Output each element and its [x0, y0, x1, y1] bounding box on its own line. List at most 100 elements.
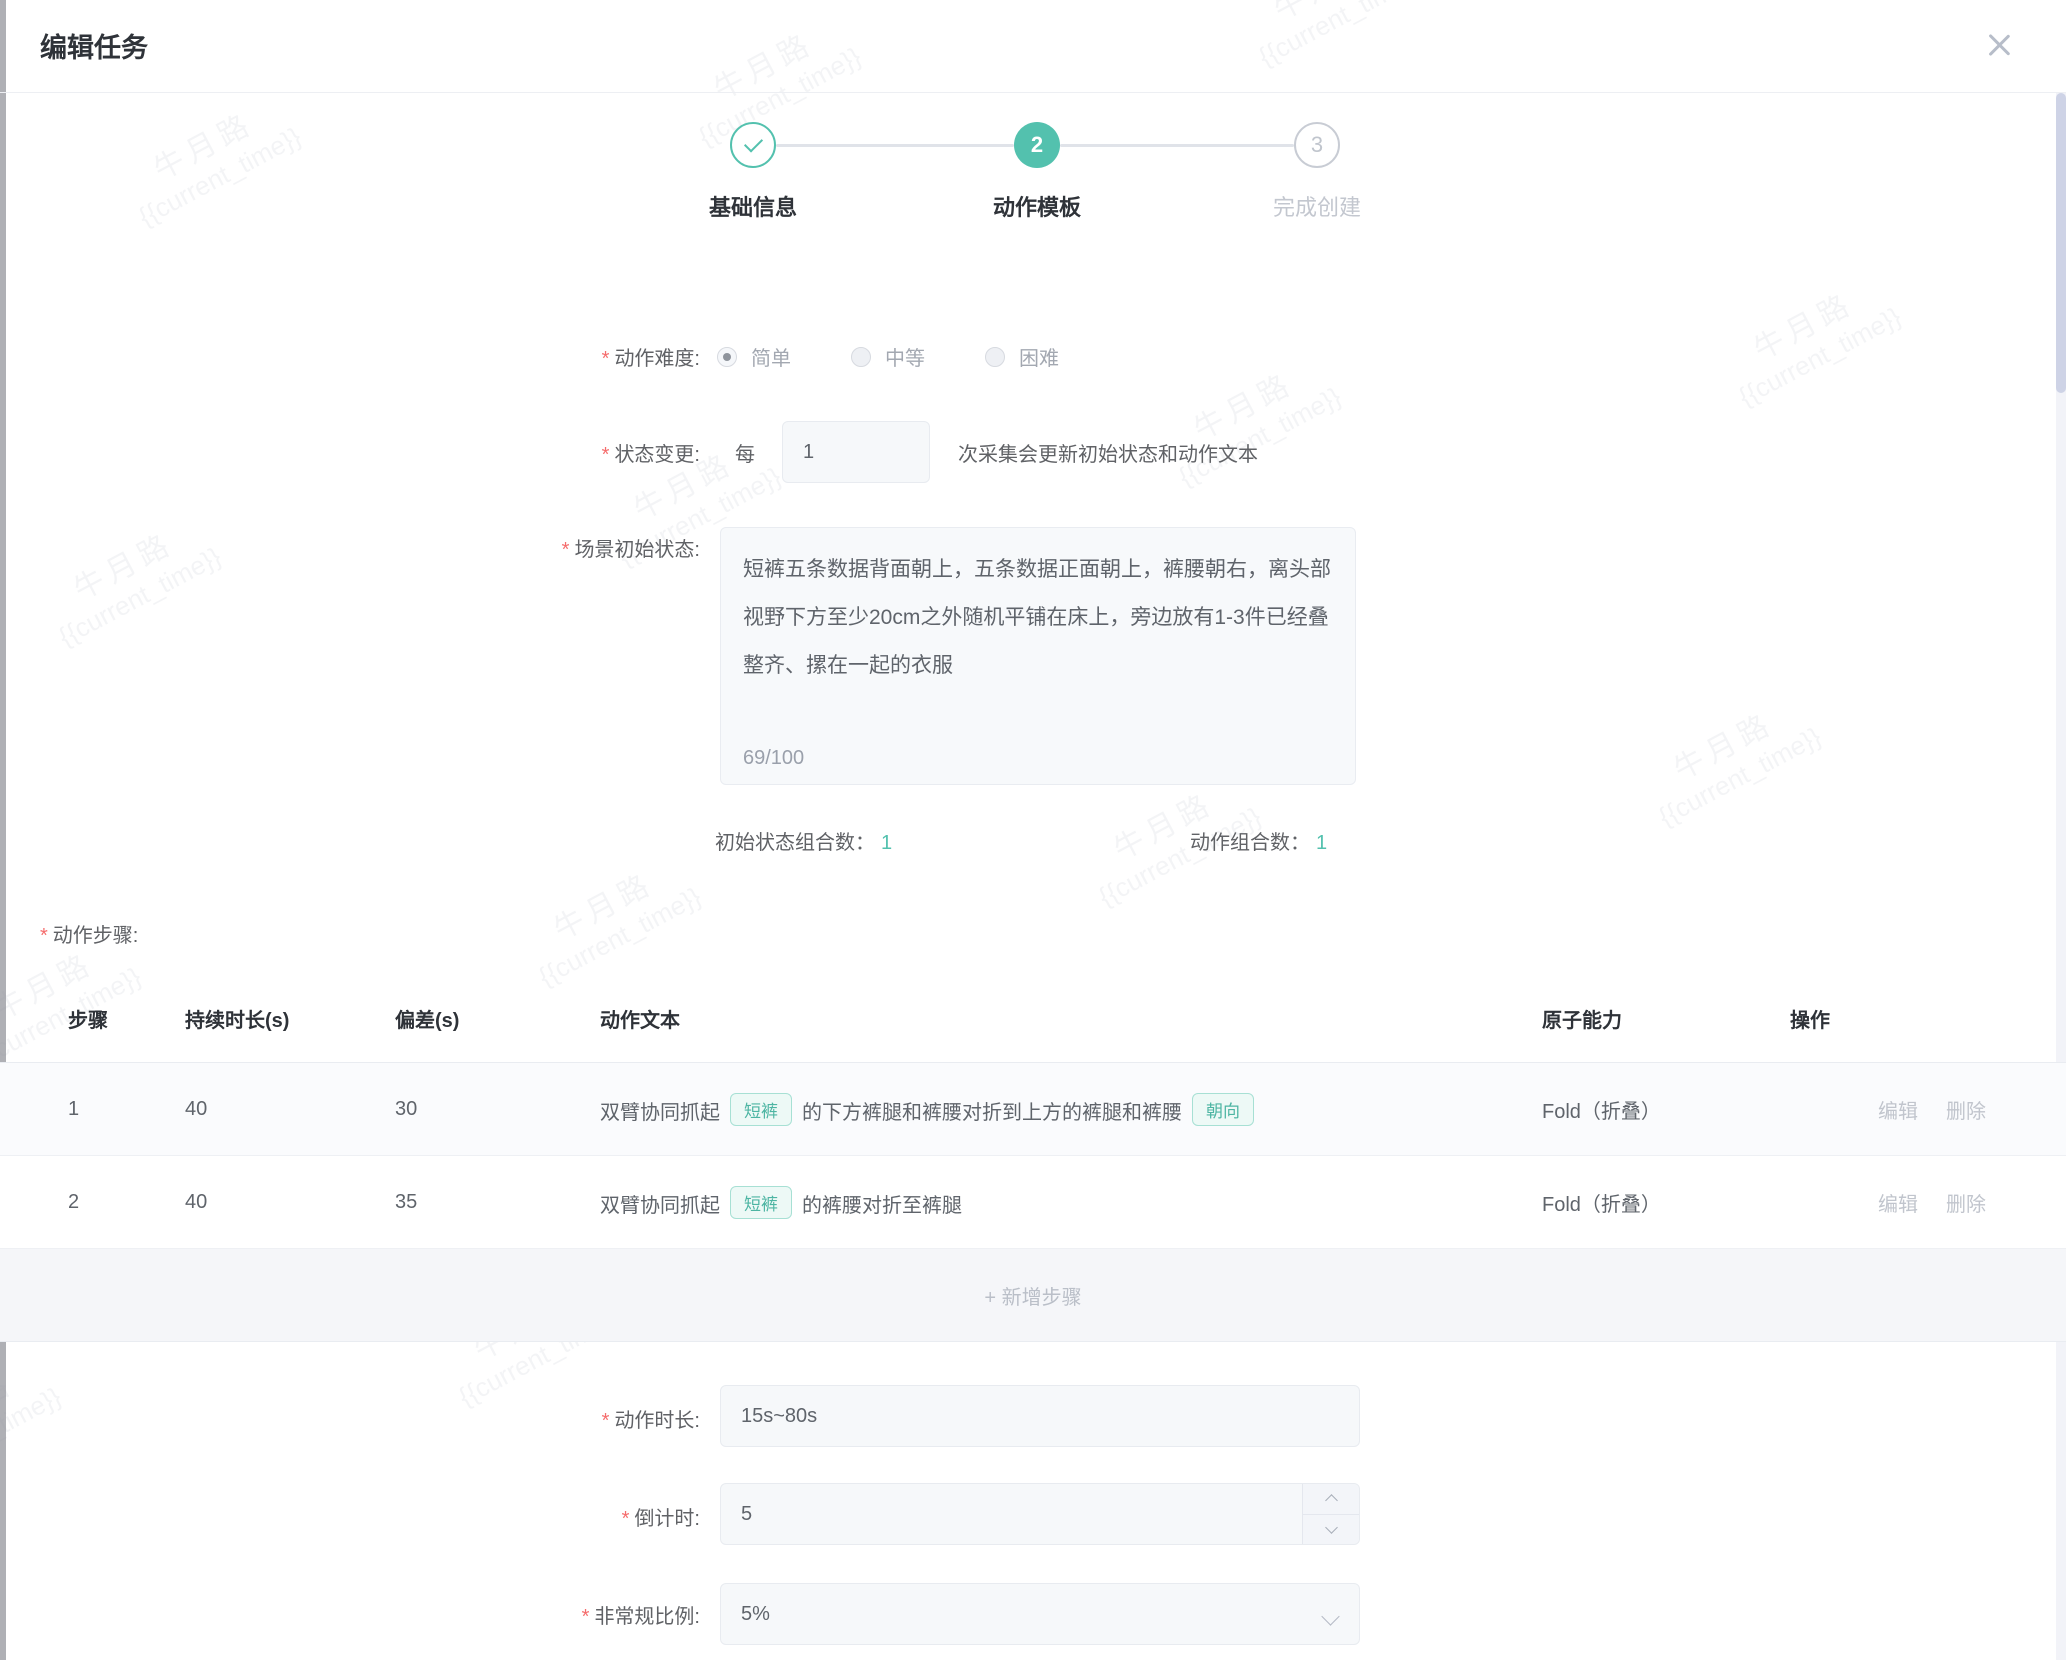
- radio-label: 中等: [885, 342, 925, 371]
- edit-link[interactable]: 编辑: [1878, 1188, 1918, 1217]
- header-operations: 操作: [1790, 1004, 2066, 1033]
- countdown-input[interactable]: 5: [720, 1483, 1360, 1545]
- step-label-finish-create: 完成创建: [1207, 190, 1427, 222]
- initial-combo-count: 初始状态组合数：1: [715, 826, 892, 855]
- watermark: 牛月路{{current_time}}: [33, 502, 226, 652]
- edit-task-dialog: 牛月路{{current_time}} 牛月路{{current_time}} 牛月…: [0, 0, 2066, 1660]
- required-mark: *: [602, 444, 610, 466]
- action-text: 的下方裤腿和裤腰对折到上方的裤腿和裤腰: [802, 1102, 1182, 1124]
- duration-label: *动作时长:: [260, 1404, 700, 1433]
- state-change-prefix: 每: [735, 438, 755, 467]
- ability-cell: Fold（折叠）: [1542, 1095, 1790, 1124]
- step-label-action-template: 动作模板: [927, 190, 1147, 222]
- watermark: 牛月路{{current_time}}: [1233, 0, 1426, 73]
- page-left-edge: [0, 0, 6, 1660]
- required-mark: *: [562, 539, 570, 561]
- step-label-basic-info: 基础信息: [643, 190, 863, 222]
- action-text: 双臂协同抓起: [600, 1195, 720, 1217]
- watermark: 牛月路{{current_time}}: [1713, 262, 1906, 412]
- step-number: 2: [1031, 132, 1043, 158]
- delete-link[interactable]: 删除: [1946, 1095, 1986, 1124]
- state-change-label: *状态变更:: [260, 438, 700, 467]
- garment-tag: 短裤: [730, 1093, 792, 1126]
- required-mark: *: [602, 1410, 610, 1432]
- garment-tag: 朝向: [1192, 1093, 1254, 1126]
- step-circle-active: 2: [1014, 122, 1060, 168]
- action-text: 双臂协同抓起: [600, 1102, 720, 1124]
- action-text-cell: 双臂协同抓起短裤的下方裤腿和裤腰对折到上方的裤腿和裤腰朝向: [600, 1093, 1542, 1126]
- radio-circle: [851, 347, 871, 367]
- action-steps-table: 步骤 持续时长(s) 偏差(s) 动作文本 原子能力 操作 14030双臂协同抓…: [0, 975, 2066, 1342]
- step-cell: 1: [68, 1098, 185, 1121]
- scene-initial-label: *场景初始状态:: [260, 533, 700, 562]
- initial-combo-value: 1: [881, 832, 892, 854]
- step-number: 3: [1311, 132, 1323, 158]
- scene-initial-text: 短裤五条数据背面朝上，五条数据正面朝上，裤腰朝右，离头部视野下方至少20cm之外…: [743, 546, 1337, 690]
- header-step: 步骤: [68, 1004, 185, 1033]
- action-combo-count: 动作组合数：1: [1190, 826, 1327, 855]
- difficulty-option[interactable]: 简单: [717, 342, 791, 371]
- header-deviation: 偏差(s): [395, 1004, 600, 1033]
- difficulty-label: *动作难度:: [260, 342, 700, 371]
- radio-circle: [985, 347, 1005, 367]
- chevron-down-icon: [1325, 1521, 1338, 1534]
- spinner-down-button[interactable]: [1303, 1515, 1359, 1545]
- required-mark: *: [602, 348, 610, 370]
- step-circle-done: [730, 122, 776, 168]
- duration-cell: 40: [185, 1098, 395, 1121]
- table-row: 24035双臂协同抓起短裤的裤腰对折至裤腿Fold（折叠） 编辑删除: [0, 1156, 2066, 1249]
- header-action-text: 动作文本: [600, 1004, 1542, 1033]
- required-mark: *: [622, 1508, 630, 1530]
- unusual-ratio-label: *非常规比例:: [260, 1600, 700, 1629]
- header-atomic-ability: 原子能力: [1542, 1004, 1790, 1033]
- radio-label: 困难: [1019, 342, 1059, 371]
- countdown-label: *倒计时:: [260, 1502, 700, 1531]
- watermark: 牛月路{{current_time}}: [113, 82, 306, 232]
- add-step-button[interactable]: + 新增步骤: [0, 1249, 2066, 1342]
- table-header-row: 步骤 持续时长(s) 偏差(s) 动作文本 原子能力 操作: [0, 975, 2066, 1063]
- action-steps-label: *动作步骤:: [40, 919, 138, 948]
- difficulty-option[interactable]: 困难: [985, 342, 1059, 371]
- step-circle-pending: 3: [1294, 122, 1340, 168]
- dialog-title: 编辑任务: [40, 26, 148, 65]
- step-connector-1: [776, 144, 1014, 147]
- spinner-up-button[interactable]: [1303, 1484, 1359, 1515]
- chevron-up-icon: [1325, 1494, 1338, 1507]
- radio-circle: [717, 347, 737, 367]
- state-change-suffix: 次采集会更新初始状态和动作文本: [958, 438, 1258, 467]
- watermark: 牛月路{{current_time}}: [513, 842, 706, 992]
- header-duration: 持续时长(s): [185, 1004, 395, 1033]
- edit-link[interactable]: 编辑: [1878, 1095, 1918, 1124]
- chevron-down-icon: [1321, 1607, 1339, 1625]
- duration-cell: 40: [185, 1191, 395, 1214]
- table-body: 14030双臂协同抓起短裤的下方裤腿和裤腰对折到上方的裤腿和裤腰朝向Fold（折…: [0, 1063, 2066, 1249]
- char-counter: 69/100: [743, 747, 804, 770]
- required-mark: *: [40, 925, 48, 947]
- watermark: 牛月路{{current_time}}: [0, 1342, 66, 1492]
- deviation-cell: 35: [395, 1191, 600, 1214]
- action-text-cell: 双臂协同抓起短裤的裤腰对折至裤腿: [600, 1186, 1542, 1219]
- header-divider: [0, 92, 2066, 93]
- table-row: 14030双臂协同抓起短裤的下方裤腿和裤腰对折到上方的裤腿和裤腰朝向Fold（折…: [0, 1063, 2066, 1156]
- garment-tag: 短裤: [730, 1186, 792, 1219]
- operations-cell: 编辑删除: [1878, 1095, 2066, 1124]
- check-icon: [743, 133, 762, 152]
- step-connector-2: [1060, 144, 1294, 147]
- watermark: 牛月路{{current_time}}: [1153, 342, 1346, 492]
- state-change-input[interactable]: [782, 421, 930, 483]
- unusual-ratio-select[interactable]: 5%: [720, 1583, 1360, 1645]
- delete-link[interactable]: 删除: [1946, 1188, 1986, 1217]
- deviation-cell: 30: [395, 1098, 600, 1121]
- difficulty-option[interactable]: 中等: [851, 342, 925, 371]
- operations-cell: 编辑删除: [1878, 1188, 2066, 1217]
- step-cell: 2: [68, 1191, 185, 1214]
- watermark: 牛月路{{current_time}}: [1633, 682, 1826, 832]
- ability-cell: Fold（折叠）: [1542, 1188, 1790, 1217]
- radio-label: 简单: [751, 342, 791, 371]
- scrollbar-thumb[interactable]: [2056, 93, 2066, 393]
- number-spinner: [1302, 1484, 1359, 1544]
- scene-initial-textarea[interactable]: 短裤五条数据背面朝上，五条数据正面朝上，裤腰朝右，离头部视野下方至少20cm之外…: [720, 527, 1356, 785]
- close-icon[interactable]: [1984, 30, 2014, 60]
- duration-input[interactable]: 15s~80s: [720, 1385, 1360, 1447]
- required-mark: *: [582, 1606, 590, 1628]
